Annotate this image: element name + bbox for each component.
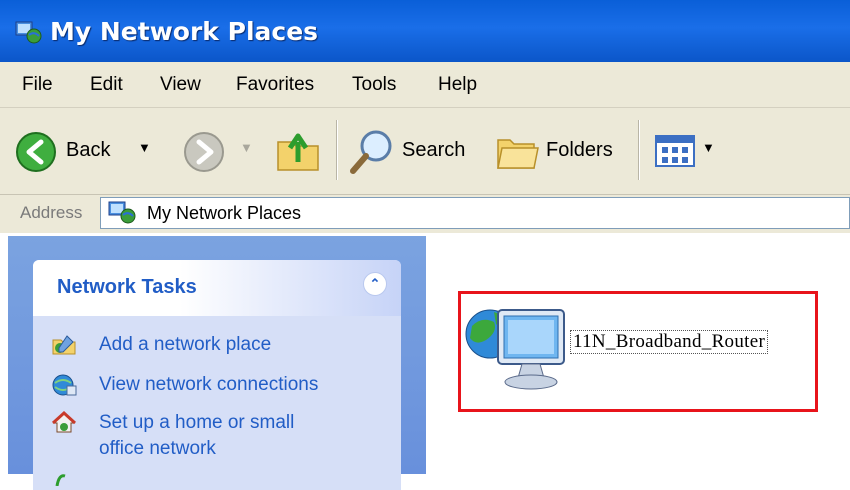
network-places-icon <box>15 21 42 44</box>
folders-button[interactable]: Folders <box>494 126 624 176</box>
back-dropdown-icon[interactable]: ▼ <box>138 140 151 155</box>
forward-button[interactable]: ▼ <box>182 130 260 174</box>
menu-edit[interactable]: Edit <box>90 74 123 96</box>
title-bar: My Network Places <box>0 0 850 62</box>
back-button[interactable]: Back ▼ <box>14 130 179 174</box>
views-dropdown-icon[interactable]: ▼ <box>702 140 715 155</box>
task-label-line1: Set up a home or small <box>99 412 295 433</box>
views-button[interactable]: ▼ <box>654 132 724 172</box>
task-add-network-place[interactable]: Add a network place <box>51 332 391 360</box>
back-arrow-icon <box>16 132 56 172</box>
address-bar: Address My Network Places <box>0 195 850 233</box>
router-label[interactable]: 11N_Broadband_Router <box>570 330 769 354</box>
forward-arrow-icon <box>184 132 224 172</box>
forward-dropdown-icon[interactable]: ▼ <box>240 140 253 155</box>
search-button[interactable]: Search <box>348 126 478 176</box>
toolbar-separator <box>336 120 337 180</box>
window-title: My Network Places <box>50 17 319 46</box>
menu-tools[interactable]: Tools <box>352 74 396 96</box>
task-setup-home-network[interactable]: Set up a home or small office network <box>51 410 391 462</box>
menu-bar: File Edit View Favorites Tools Help <box>0 62 850 108</box>
search-icon <box>350 130 392 174</box>
menu-view[interactable]: View <box>160 74 201 96</box>
network-tasks-panel: Network Tasks ⌃ Add a network place View… <box>33 260 401 490</box>
home-network-icon <box>51 410 77 433</box>
folders-icon <box>497 139 539 169</box>
network-computer-icon[interactable] <box>464 296 568 396</box>
task-view-network-connections[interactable]: View network connections <box>51 372 391 400</box>
back-label: Back <box>66 139 111 161</box>
search-label: Search <box>402 139 466 161</box>
menu-help[interactable]: Help <box>438 74 477 96</box>
task-label: Add a network place <box>99 334 272 355</box>
address-input[interactable]: My Network Places <box>100 197 850 229</box>
folders-label: Folders <box>546 139 613 161</box>
network-connections-icon <box>52 374 77 396</box>
up-folder-icon[interactable] <box>274 128 324 174</box>
address-value: My Network Places <box>147 203 302 223</box>
address-label: Address <box>20 203 83 222</box>
task-label-line2: office network <box>99 438 216 459</box>
menu-favorites[interactable]: Favorites <box>236 74 314 96</box>
task-label: View network connections <box>99 374 319 395</box>
toolbar-separator <box>638 120 639 180</box>
add-network-place-icon <box>52 335 76 355</box>
collapse-chevron-icon[interactable]: ⌃ <box>363 272 387 296</box>
task-pane: Network Tasks ⌃ Add a network place View… <box>8 236 426 490</box>
network-tasks-title: Network Tasks <box>57 276 197 298</box>
network-places-icon <box>108 201 136 224</box>
menu-file[interactable]: File <box>22 74 53 96</box>
views-icon <box>655 135 695 167</box>
toolbar: Back ▼ ▼ Search Folders ▼ <box>0 108 850 195</box>
network-tasks-header[interactable]: Network Tasks ⌃ <box>33 260 401 316</box>
task-icon-partial <box>55 474 66 486</box>
